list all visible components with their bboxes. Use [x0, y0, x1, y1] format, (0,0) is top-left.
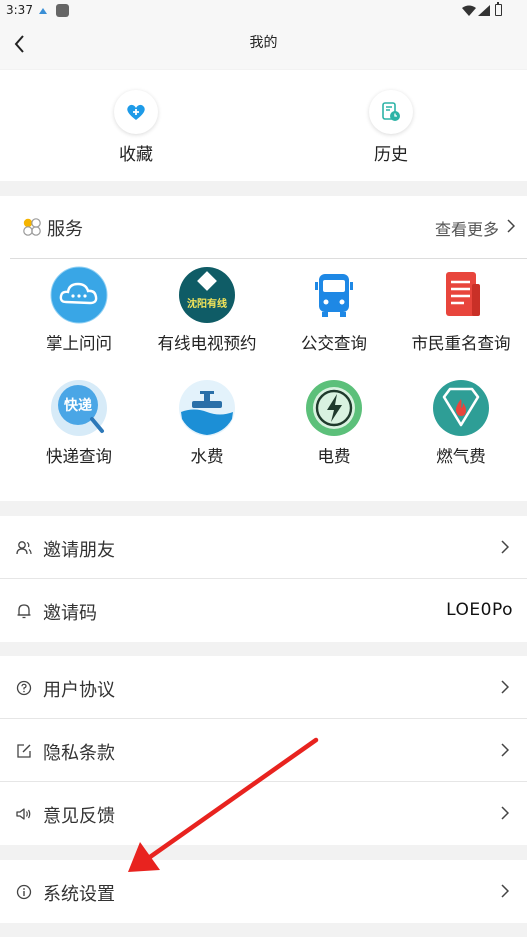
favorites-label: 收藏	[119, 145, 153, 165]
signal-icon	[478, 5, 490, 16]
chevron-right-icon[interactable]	[507, 219, 515, 233]
invite-friends-row[interactable]: 邀请朋友	[0, 516, 527, 579]
cable-tv-icon: 沈阳有线	[179, 267, 235, 323]
status-time: 3:37	[6, 3, 33, 17]
history-icon-circle	[369, 90, 413, 134]
chevron-right-icon	[501, 540, 509, 554]
history-label: 历史	[374, 145, 408, 165]
invite-code-row[interactable]: 邀请码 LOE0Po	[0, 579, 527, 642]
quick-access-card: 收藏 历史	[0, 70, 527, 181]
service-item-citizen-name[interactable]: 市民重名查询	[396, 266, 526, 354]
service-item-zhangshang[interactable]: 掌上问问	[14, 266, 144, 354]
wifi-icon	[462, 5, 476, 16]
feedback-row[interactable]: 意见反馈	[0, 782, 527, 845]
cloud-chat-icon	[50, 266, 108, 324]
history-button[interactable]: 历史	[346, 90, 436, 165]
service-label: 市民重名查询	[411, 334, 511, 353]
services-title: 服务	[47, 219, 83, 240]
info-icon	[16, 884, 32, 900]
invite-code-value: LOE0Po	[446, 600, 513, 620]
document-icon	[446, 272, 480, 316]
express-icon-text: 快递	[64, 397, 92, 414]
service-label: 有线电视预约	[157, 334, 257, 353]
services-header: 服务 查看更多	[0, 196, 527, 258]
service-item-electricity[interactable]: 电费	[269, 379, 399, 467]
row-label: 用户协议	[43, 680, 115, 701]
system-settings-row[interactable]: 系统设置	[0, 860, 527, 923]
question-icon	[16, 680, 32, 696]
cable-tv-icon-text: 沈阳有线	[187, 297, 227, 310]
services-card: 服务 查看更多 掌上问问 沈阳有线 有线电视预约 公交查询 市民重名查询 快递 …	[0, 196, 527, 501]
heart-icon	[127, 104, 145, 120]
page-title: 我的	[249, 35, 278, 51]
status-bar: 3:37	[0, 0, 527, 22]
favorites-icon-circle	[114, 90, 158, 134]
service-label: 水费	[190, 447, 224, 466]
service-label: 燃气费	[436, 447, 486, 466]
row-label: 系统设置	[43, 884, 115, 905]
gas-icon	[433, 380, 489, 436]
app-notification-icon	[56, 4, 69, 17]
bus-icon	[315, 274, 353, 317]
service-item-bus[interactable]: 公交查询	[269, 266, 399, 354]
chevron-right-icon	[501, 680, 509, 694]
favorites-button[interactable]: 收藏	[91, 90, 181, 165]
express-icon: 快递	[51, 380, 107, 436]
user-agreement-row[interactable]: 用户协议	[0, 656, 527, 719]
speaker-icon	[16, 808, 31, 820]
service-item-cable-tv[interactable]: 沈阳有线 有线电视预约	[142, 266, 272, 354]
user-icon	[16, 541, 32, 555]
chevron-right-icon	[501, 743, 509, 757]
service-label: 电费	[317, 447, 351, 466]
chevron-right-icon	[501, 806, 509, 820]
view-more-link[interactable]: 查看更多	[435, 216, 499, 240]
privacy-policy-row[interactable]: 隐私条款	[0, 719, 527, 782]
top-nav: 我的	[0, 22, 527, 69]
electricity-icon	[306, 380, 362, 436]
service-label: 公交查询	[301, 334, 367, 353]
service-item-water[interactable]: 水费	[142, 379, 272, 467]
service-label: 掌上问问	[46, 334, 112, 353]
notification-icon	[39, 8, 47, 14]
row-label: 邀请码	[43, 603, 97, 624]
water-icon	[179, 380, 235, 436]
row-label: 邀请朋友	[43, 540, 115, 561]
row-label: 隐私条款	[43, 743, 115, 764]
invite-group: 邀请朋友 邀请码 LOE0Po	[0, 516, 527, 642]
system-group: 系统设置	[0, 860, 527, 923]
row-label: 意见反馈	[43, 806, 115, 827]
edit-icon	[17, 744, 31, 758]
service-label: 快递查询	[46, 447, 112, 466]
battery-icon	[495, 2, 502, 16]
history-icon	[382, 102, 400, 121]
chevron-right-icon	[501, 884, 509, 898]
service-item-express[interactable]: 快递 快递查询	[14, 379, 144, 467]
legal-group: 用户协议 隐私条款 意见反馈	[0, 656, 527, 845]
bell-icon	[17, 604, 31, 619]
services-icon	[23, 218, 41, 236]
service-item-gas[interactable]: 燃气费	[396, 379, 526, 467]
